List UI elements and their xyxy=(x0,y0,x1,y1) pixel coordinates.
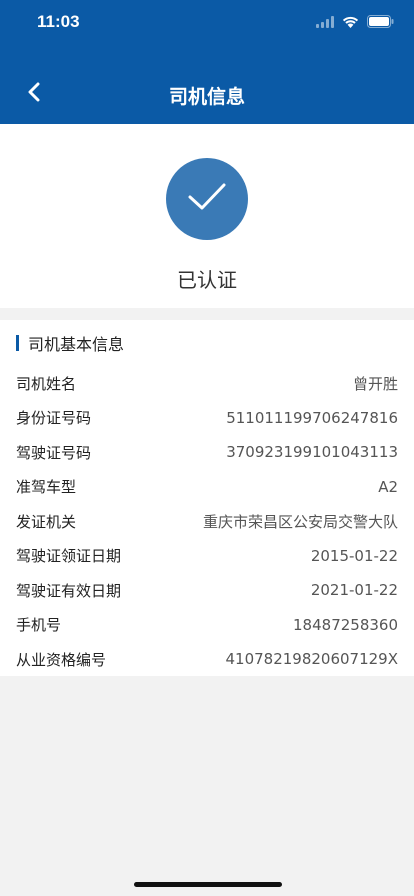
info-list: 司机姓名 曾开胜 身份证号码 511011199706247816 驾驶证号码 … xyxy=(0,366,414,677)
verification-status: 已认证 xyxy=(177,268,237,292)
verified-badge xyxy=(166,158,248,240)
verification-panel: 已认证 xyxy=(0,124,414,308)
row-label: 手机号 xyxy=(16,616,62,635)
row-label: 发证机关 xyxy=(16,512,77,531)
info-row-phone: 手机号 18487258360 xyxy=(0,608,414,643)
wifi-icon xyxy=(342,13,359,32)
page-title: 司机信息 xyxy=(168,86,245,108)
nav-bar: 司机信息 xyxy=(0,66,414,122)
status-time: 11:03 xyxy=(37,12,80,31)
battery-icon xyxy=(367,13,394,32)
row-value: 370923199101043113 xyxy=(226,443,398,462)
row-value: 曾开胜 xyxy=(352,374,398,393)
header: 11:03 司机信息 xyxy=(0,0,414,124)
row-label: 准驾车型 xyxy=(16,478,77,497)
info-row-id-number: 身份证号码 511011199706247816 xyxy=(0,401,414,436)
row-value: 511011199706247816 xyxy=(226,408,398,427)
info-row-expiry-date: 驾驶证有效日期 2021-01-22 xyxy=(0,573,414,608)
row-label: 司机姓名 xyxy=(16,374,77,393)
row-label: 身份证号码 xyxy=(16,409,92,428)
section-title-text: 司机基本信息 xyxy=(28,335,125,354)
info-row-issuing-authority: 发证机关 重庆市荣昌区公安局交警大队 xyxy=(0,504,414,539)
row-label: 驾驶证领证日期 xyxy=(16,547,122,566)
row-value: 2015-01-22 xyxy=(310,546,398,565)
row-value: 2021-01-22 xyxy=(310,581,398,600)
row-label: 驾驶证有效日期 xyxy=(16,581,122,600)
status-bar: 11:03 xyxy=(0,0,414,44)
row-value: 18487258360 xyxy=(293,615,398,634)
row-label: 从业资格编号 xyxy=(16,650,107,669)
info-row-name: 司机姓名 曾开胜 xyxy=(0,366,414,401)
status-icons xyxy=(316,14,394,30)
driver-info-panel: 司机基本信息 司机姓名 曾开胜 身份证号码 511011199706247816… xyxy=(0,320,414,676)
signal-icon xyxy=(316,13,334,32)
info-row-qualification-number: 从业资格编号 41078219820607129X xyxy=(0,642,414,677)
home-indicator[interactable] xyxy=(134,882,282,887)
check-icon xyxy=(187,182,227,216)
section-title: 司机基本信息 xyxy=(16,332,124,354)
row-value: 41078219820607129X xyxy=(225,650,398,669)
section-accent-bar xyxy=(16,335,19,351)
row-value: 重庆市荣昌区公安局交警大队 xyxy=(202,512,398,531)
info-row-vehicle-class: 准驾车型 A2 xyxy=(0,470,414,505)
row-value: A2 xyxy=(378,477,398,496)
info-row-license-number: 驾驶证号码 370923199101043113 xyxy=(0,435,414,470)
info-row-issue-date: 驾驶证领证日期 2015-01-22 xyxy=(0,539,414,574)
row-label: 驾驶证号码 xyxy=(16,443,92,462)
